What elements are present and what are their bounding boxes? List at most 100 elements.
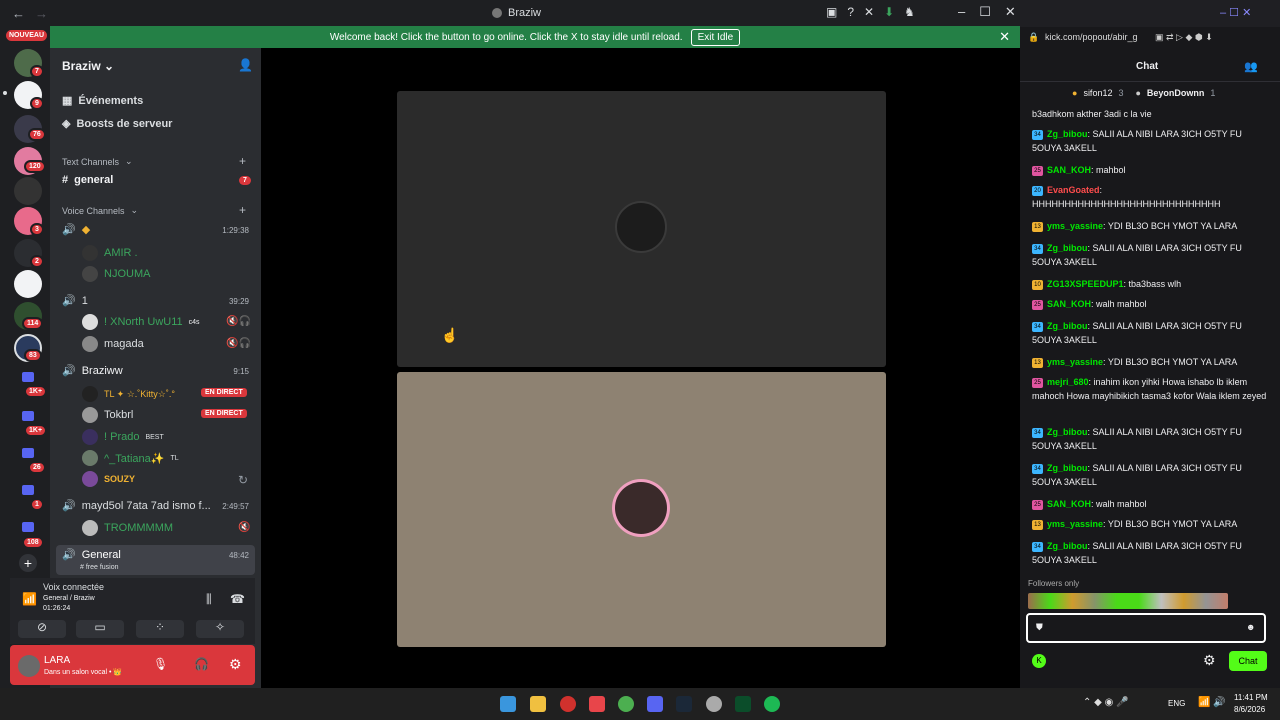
chat-username[interactable]: ZG13XSPEEDUP1: [1047, 279, 1124, 289]
forward-button[interactable]: →: [35, 6, 48, 21]
chat-text: tba3bass wlh: [1128, 279, 1182, 289]
chat-username[interactable]: Zg_bibou: [1047, 463, 1088, 473]
chat-username[interactable]: Zg_bibou: [1047, 541, 1088, 551]
quest-icon[interactable]: ♞: [904, 5, 915, 19]
maximize-button[interactable]: ☐: [979, 4, 991, 20]
mic-icon[interactable]: 🎙: [153, 657, 168, 671]
chat-username[interactable]: SAN_KOH: [1047, 499, 1091, 509]
voice-channel[interactable]: 🔊 Braziww: [62, 364, 123, 378]
voice-member[interactable]: TROMMMMM: [82, 520, 173, 536]
folder-icon[interactable]: [22, 522, 34, 532]
chat-username[interactable]: yms_yassine: [1047, 519, 1103, 529]
folder-icon[interactable]: [22, 448, 34, 458]
server-name-header[interactable]: Braziw ⌄: [62, 59, 114, 73]
address-bar[interactable]: kick.com/popout/abir_g: [1045, 32, 1138, 42]
chat-username[interactable]: yms_yassine: [1047, 221, 1103, 231]
chat-username[interactable]: EvanGoated: [1047, 185, 1100, 195]
minimize-button[interactable]: –: [958, 4, 965, 20]
browser-toolbar-icons[interactable]: ▣ ⇄ ▷ ◆ ⬢ ⬇: [1155, 32, 1213, 43]
help-icon[interactable]: ?: [847, 5, 854, 19]
chat-username[interactable]: yms_yassine: [1047, 357, 1103, 367]
users-icon[interactable]: 👥: [1244, 60, 1258, 73]
chat-username[interactable]: Zg_bibou: [1047, 129, 1088, 139]
gear-icon[interactable]: ⚙: [229, 656, 242, 673]
video-tile[interactable]: [397, 372, 886, 647]
close-icon[interactable]: ✕: [999, 29, 1010, 45]
events-item[interactable]: ▦ Événements: [62, 94, 143, 108]
unread-badge: 114: [22, 317, 44, 330]
language-indicator[interactable]: ENG: [1168, 699, 1185, 708]
server-icon[interactable]: [14, 177, 42, 205]
chat-username[interactable]: Zg_bibou: [1047, 243, 1088, 253]
tray-icons[interactable]: ⌃ ◆ ◉ 🎤: [1083, 697, 1129, 708]
voice-channel[interactable]: 🔊 1: [62, 294, 88, 308]
emote-bar[interactable]: [1028, 593, 1228, 609]
voice-channel[interactable]: 🔊 mayd5ol 7ata 7ad ismo f...: [62, 499, 211, 513]
server-icon[interactable]: [14, 270, 42, 298]
gear-icon[interactable]: ⚙: [1203, 652, 1216, 669]
close-window-button[interactable]: ✕: [1005, 4, 1016, 20]
back-button[interactable]: ←: [12, 6, 25, 21]
send-chat-button[interactable]: Chat: [1229, 651, 1267, 671]
avatar[interactable]: [18, 655, 40, 677]
headphones-icon[interactable]: 🎧: [194, 657, 209, 671]
explorer-icon[interactable]: [530, 696, 546, 712]
voice-channel[interactable]: 🔊 General: [62, 548, 121, 562]
voice-member[interactable]: magada: [82, 336, 144, 352]
voice-member[interactable]: AMIR .: [82, 245, 138, 261]
clock-date[interactable]: 8/6/2026: [1234, 705, 1265, 714]
boosts-item[interactable]: ◈ Boosts de serveur: [62, 117, 172, 131]
activities-button[interactable]: ⁘: [136, 620, 184, 638]
voice-member[interactable]: TL ✦ ☆.˚Kitty☆˚.°: [82, 386, 175, 402]
voice-member[interactable]: SOUZY: [82, 471, 135, 487]
text-category[interactable]: Text Channels ⌄: [62, 156, 133, 167]
exit-idle-button[interactable]: Exit Idle: [690, 28, 741, 46]
start-icon[interactable]: [500, 696, 516, 712]
invite-icon[interactable]: 👤: [238, 58, 253, 72]
soundboard-button[interactable]: ✧: [196, 620, 244, 638]
chat-username[interactable]: mejri_680: [1047, 377, 1089, 387]
chat-input[interactable]: ⛊ ☻: [1026, 613, 1266, 643]
video-tile[interactable]: ☝: [397, 91, 886, 367]
voice-channel[interactable]: 🔊 ◆: [62, 223, 90, 236]
chat-username[interactable]: SAN_KOH: [1047, 299, 1091, 309]
voice-member[interactable]: NJOUMA: [82, 266, 150, 282]
voice-member[interactable]: ! XNorth UwU11 c4s: [82, 314, 200, 330]
voice-member[interactable]: ^_Tatiana✨ TL: [82, 450, 179, 466]
add-channel-icon[interactable]: +: [239, 203, 246, 217]
app-icon[interactable]: [735, 696, 751, 712]
folder-icon[interactable]: [22, 411, 34, 421]
emoji-icon[interactable]: ☻: [1246, 622, 1255, 632]
discord-icon[interactable]: [647, 696, 663, 712]
voice-category[interactable]: Voice Channels ⌄: [62, 205, 138, 216]
folder-icon[interactable]: [22, 372, 34, 382]
tools-icon[interactable]: ✕: [864, 5, 874, 19]
badge-icon: 25: [1032, 377, 1043, 388]
screen-share-button[interactable]: ▭: [76, 620, 124, 638]
add-server-button[interactable]: +: [19, 554, 37, 572]
chat-username[interactable]: SAN_KOH: [1047, 165, 1091, 175]
app-icon[interactable]: [706, 696, 722, 712]
wps-icon[interactable]: [589, 696, 605, 712]
clock-time[interactable]: 11:41 PM: [1234, 693, 1268, 702]
user-status: Dans un salon vocal • 👑: [44, 669, 123, 676]
noise-icon[interactable]: ⫼: [206, 592, 212, 607]
disconnect-icon[interactable]: ☎: [230, 592, 245, 606]
folder-icon[interactable]: [22, 485, 34, 495]
spotify-icon[interactable]: [764, 696, 780, 712]
opera-icon[interactable]: [560, 696, 576, 712]
add-channel-icon[interactable]: +: [239, 154, 246, 168]
network-volume-icons[interactable]: 📶 🔊: [1198, 697, 1226, 708]
voice-member[interactable]: Tokbrl: [82, 407, 133, 423]
channel-general[interactable]: # general: [62, 174, 113, 186]
chat-username[interactable]: Zg_bibou: [1047, 321, 1088, 331]
kick-icon[interactable]: K: [1032, 654, 1046, 668]
voice-member[interactable]: ! Prado BEST: [82, 429, 164, 445]
camera-off-button[interactable]: ⊘: [18, 620, 66, 638]
chrome-icon[interactable]: [618, 696, 634, 712]
inbox-icon[interactable]: ▣: [826, 5, 837, 19]
chat-username[interactable]: Zg_bibou: [1047, 427, 1088, 437]
download-icon[interactable]: ⬇: [884, 5, 894, 19]
window-controls[interactable]: – ☐ ✕: [1220, 6, 1251, 19]
steam-icon[interactable]: [676, 696, 692, 712]
